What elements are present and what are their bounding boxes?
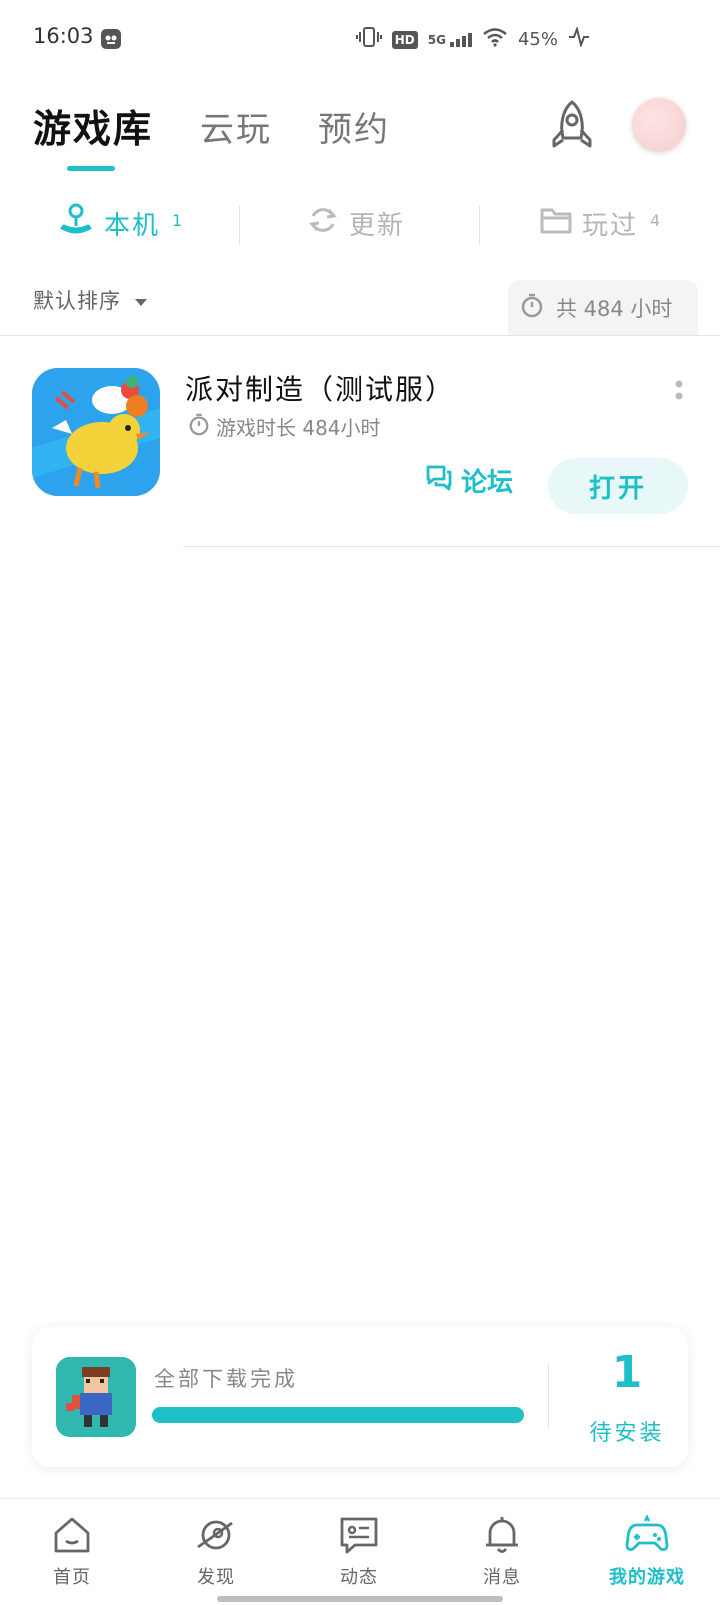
subtab-played-label: 玩过 [582, 210, 639, 241]
header: 游戏库 云玩 预约 [0, 90, 720, 180]
stopwatch-icon [188, 412, 210, 441]
chat-icon [337, 1513, 381, 1557]
forum-icon [425, 463, 453, 498]
download-status-card[interactable]: 全部下载完成 1 待安装 [32, 1327, 688, 1467]
gamepad-icon [625, 1513, 669, 1557]
refresh-icon [307, 204, 339, 243]
nav-item-home[interactable]: 首页 [17, 1513, 127, 1589]
rocket-icon[interactable] [548, 98, 596, 154]
pending-install-count: 1 [611, 1347, 643, 1398]
folder-icon [540, 205, 572, 242]
bell-icon [480, 1513, 524, 1557]
nav-label-feed: 动态 [340, 1567, 378, 1588]
bottom-nav: 首页 发现 动态 消息 我的游戏 [0, 1498, 720, 1605]
hd-icon: HD [391, 30, 418, 49]
nav-label-messages: 消息 [483, 1567, 521, 1588]
battery-level: 45% [517, 29, 558, 50]
nav-label-my-games: 我的游戏 [609, 1567, 685, 1588]
download-card-divider [548, 1363, 549, 1429]
wifi-icon [482, 27, 508, 52]
active-tab-indicator [67, 166, 115, 171]
home-icon [50, 1513, 94, 1557]
forum-label: 论坛 [461, 468, 514, 498]
caret-down-icon [134, 298, 147, 306]
nav-item-feed[interactable]: 动态 [304, 1513, 414, 1589]
home-indicator[interactable] [217, 1596, 503, 1602]
subtab-updates[interactable]: 更新 [307, 198, 405, 248]
nav-item-messages[interactable]: 消息 [447, 1513, 557, 1589]
network-type: 5G [427, 32, 446, 47]
download-status-text: 全部下载完成 [154, 1367, 298, 1391]
app-notification-icon [100, 28, 122, 50]
stopwatch-icon [520, 292, 544, 323]
forum-button[interactable]: 论坛 [425, 462, 513, 499]
planet-icon [194, 1513, 238, 1557]
sort-label: 默认排序 [33, 289, 121, 313]
sub-tabs: 本机 1 更新 玩过 4 [0, 198, 720, 248]
tab-reservations[interactable]: 预约 [318, 102, 390, 151]
more-options-icon[interactable] [673, 378, 685, 412]
nav-item-my-games[interactable]: 我的游戏 [592, 1513, 702, 1589]
subtab-divider [479, 206, 480, 244]
total-playtime-badge: 共 484 小时 [508, 280, 698, 335]
subtab-local[interactable]: 本机 1 [58, 198, 184, 248]
vibrate-icon [355, 26, 382, 53]
nav-item-discover[interactable]: 发现 [161, 1513, 271, 1589]
signal-icon: 5G [427, 32, 472, 47]
sort-dropdown[interactable]: 默认排序 [33, 285, 147, 315]
total-playtime: 共 484 小时 [556, 296, 673, 321]
activity-icon [568, 25, 590, 52]
game-playtime-label: 游戏时长 484小时 [216, 416, 381, 440]
joystick-icon [58, 202, 94, 245]
status-right: HD 5G 45% [355, 25, 590, 53]
game-title[interactable]: 派对制造（测试服） [185, 368, 455, 408]
avatar[interactable] [632, 98, 686, 152]
subtab-divider [239, 206, 240, 244]
download-thumbnail [56, 1357, 136, 1437]
download-progress-bar [152, 1407, 524, 1423]
subtab-updates-label: 更新 [349, 210, 406, 241]
subtab-played[interactable]: 玩过 4 [540, 198, 662, 248]
list-top-divider [0, 335, 720, 336]
pending-install-label: 待安装 [589, 1421, 665, 1446]
game-icon[interactable] [32, 368, 160, 496]
status-time: 16:03 [33, 24, 94, 48]
subtab-local-count: 1 [172, 210, 185, 230]
open-button[interactable]: 打开 [548, 458, 688, 514]
tab-cloud-play[interactable]: 云玩 [200, 102, 272, 151]
tab-game-library[interactable]: 游戏库 [33, 98, 153, 153]
subtab-local-label: 本机 [104, 210, 161, 241]
game-playtime: 游戏时长 484小时 [188, 412, 381, 441]
status-bar: 16:03 HD 5G 45% [0, 0, 720, 80]
nav-label-home: 首页 [53, 1567, 91, 1588]
list-item-divider [183, 546, 720, 547]
nav-label-discover: 发现 [197, 1567, 235, 1588]
sort-row: 默认排序 共 484 小时 [0, 275, 720, 335]
subtab-played-count: 4 [650, 210, 663, 230]
